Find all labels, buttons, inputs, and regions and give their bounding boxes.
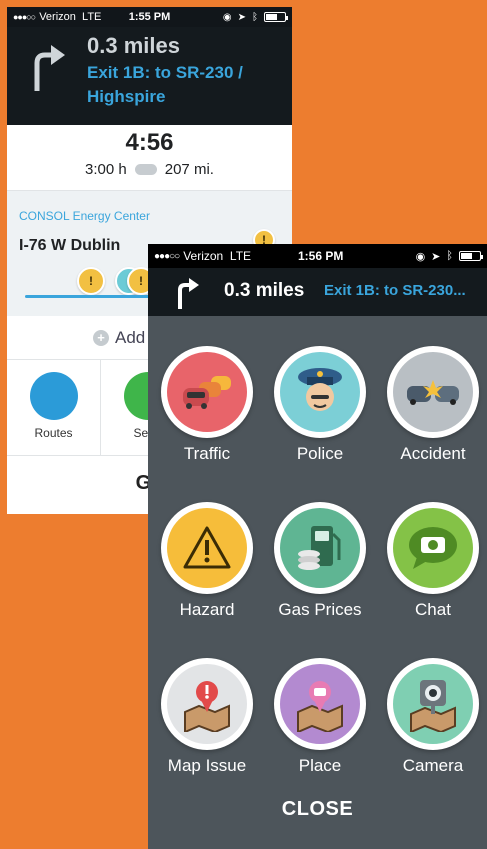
police-label: Police	[296, 444, 344, 463]
speed-camera-glyph	[410, 680, 456, 732]
turn-right-arrow-icon	[34, 45, 65, 91]
accident-cars-glyph	[407, 380, 459, 405]
gas-prices-icon	[280, 508, 360, 588]
eta-panel: 4:56 3:00 h 207 mi.	[7, 125, 292, 191]
police-icon	[280, 352, 360, 432]
hazard-icon	[167, 508, 247, 588]
turn-instruction-banner[interactable]: 0.3 miles Exit 1B: to SR-230...	[148, 268, 487, 316]
report-place-button[interactable]: Place	[265, 658, 375, 776]
icon-ring	[274, 658, 366, 750]
map-pin-glyph	[184, 681, 230, 732]
exit-line-1: Exit 1B: to SR-230 /	[87, 63, 243, 82]
report-camera-button[interactable]: Camera	[378, 658, 487, 776]
routes-icon	[29, 372, 78, 420]
place-pin-glyph	[297, 681, 343, 732]
lock-rotation-icon: ◉	[415, 250, 426, 263]
icon-ring	[274, 346, 366, 438]
traffic-icon	[167, 352, 247, 432]
traffic-indicator-icon	[134, 164, 157, 175]
routes-button[interactable]: Routes	[7, 360, 101, 455]
report-map-issue-button[interactable]: Map Issue	[152, 658, 262, 776]
add-label: Add	[115, 328, 146, 347]
gas-prices-label: Gas Prices	[278, 600, 362, 619]
report-chat-button[interactable]: Chat	[378, 502, 487, 620]
report-menu: Traffic Police Accident Hazard Gas Price…	[148, 316, 487, 849]
report-hazard-button[interactable]: Hazard	[152, 502, 262, 620]
chat-label: Chat	[415, 600, 451, 619]
hazard-label: Hazard	[179, 600, 235, 619]
icon-ring	[387, 658, 479, 750]
report-gas-prices-button[interactable]: Gas Prices	[265, 502, 375, 620]
network-label: LTE	[229, 249, 252, 263]
chat-icon	[393, 508, 473, 588]
traffic-cars-glyph	[183, 376, 231, 409]
location-icon: ➤	[431, 250, 441, 263]
bluetooth-icon: ᛒ	[446, 250, 453, 262]
turn-exit-label: Exit 1B: to SR-230 / Highspire	[87, 61, 287, 109]
eta-distance: 207 mi.	[164, 161, 214, 178]
status-time: 1:56 PM	[298, 249, 344, 263]
signal-strength: ●●●○○	[154, 250, 180, 262]
battery-icon	[459, 251, 483, 261]
turn-distance: 0.3 miles	[87, 33, 180, 58]
carrier-label: Verizon	[183, 249, 224, 263]
camera-label: Camera	[402, 756, 464, 775]
icon-ring	[387, 346, 479, 438]
map-issue-icon	[167, 664, 247, 744]
icon-ring	[161, 658, 253, 750]
icon-ring	[387, 502, 479, 594]
status-icons: ◉ ➤ ᛒ	[415, 250, 483, 263]
eta-duration: 3:00 h	[85, 161, 127, 178]
accident-icon	[393, 352, 473, 432]
chat-bubble-glyph	[409, 527, 457, 569]
map-issue-label: Map Issue	[167, 756, 247, 775]
police-officer-glyph	[298, 368, 342, 411]
battery-icon	[264, 12, 288, 22]
eta-arrival-time: 4:56	[125, 129, 174, 156]
routes-label: Routes	[34, 426, 73, 440]
report-police-button[interactable]: Police	[265, 346, 375, 464]
icon-ring	[161, 502, 253, 594]
report-accident-button[interactable]: Accident	[378, 346, 487, 464]
current-road-label: I-76 W Dublin	[19, 237, 121, 254]
turn-right-arrow-icon	[178, 278, 199, 309]
warning-triangle-glyph	[183, 526, 231, 569]
traffic-label: Traffic	[183, 444, 231, 463]
status-bar: ●●●○○ Verizon LTE 1:55 PM ◉ ➤ ᛒ	[7, 7, 292, 27]
report-screen: ●●●○○ Verizon LTE 1:56 PM ◉ ➤ ᛒ 0.3 mile…	[148, 244, 487, 849]
icon-ring	[161, 346, 253, 438]
place-label: Place	[298, 756, 342, 775]
status-bar: ●●●○○ Verizon LTE 1:56 PM ◉ ➤ ᛒ	[148, 244, 487, 268]
hazard-pin-icon: !	[77, 267, 105, 295]
place-icon	[280, 664, 360, 744]
turn-exit-label: Exit 1B: to SR-230...	[324, 282, 466, 299]
status-time: 1:55 PM	[128, 11, 171, 23]
exit-line-2: Highspire	[87, 87, 166, 106]
destination-label: CONSOL Energy Center	[19, 209, 150, 223]
accident-label: Accident	[400, 444, 466, 463]
turn-distance: 0.3 miles	[224, 280, 305, 301]
eta-summary: 3:00 h 207 mi.	[7, 161, 292, 178]
close-button[interactable]: CLOSE	[148, 798, 487, 821]
gas-pump-glyph	[298, 526, 341, 570]
icon-ring	[274, 502, 366, 594]
report-traffic-button[interactable]: Traffic	[152, 346, 262, 464]
add-icon: +	[93, 330, 109, 346]
camera-icon	[393, 664, 473, 744]
turn-instruction-banner[interactable]: 0.3 miles Exit 1B: to SR-230 / Highspire	[7, 27, 292, 125]
